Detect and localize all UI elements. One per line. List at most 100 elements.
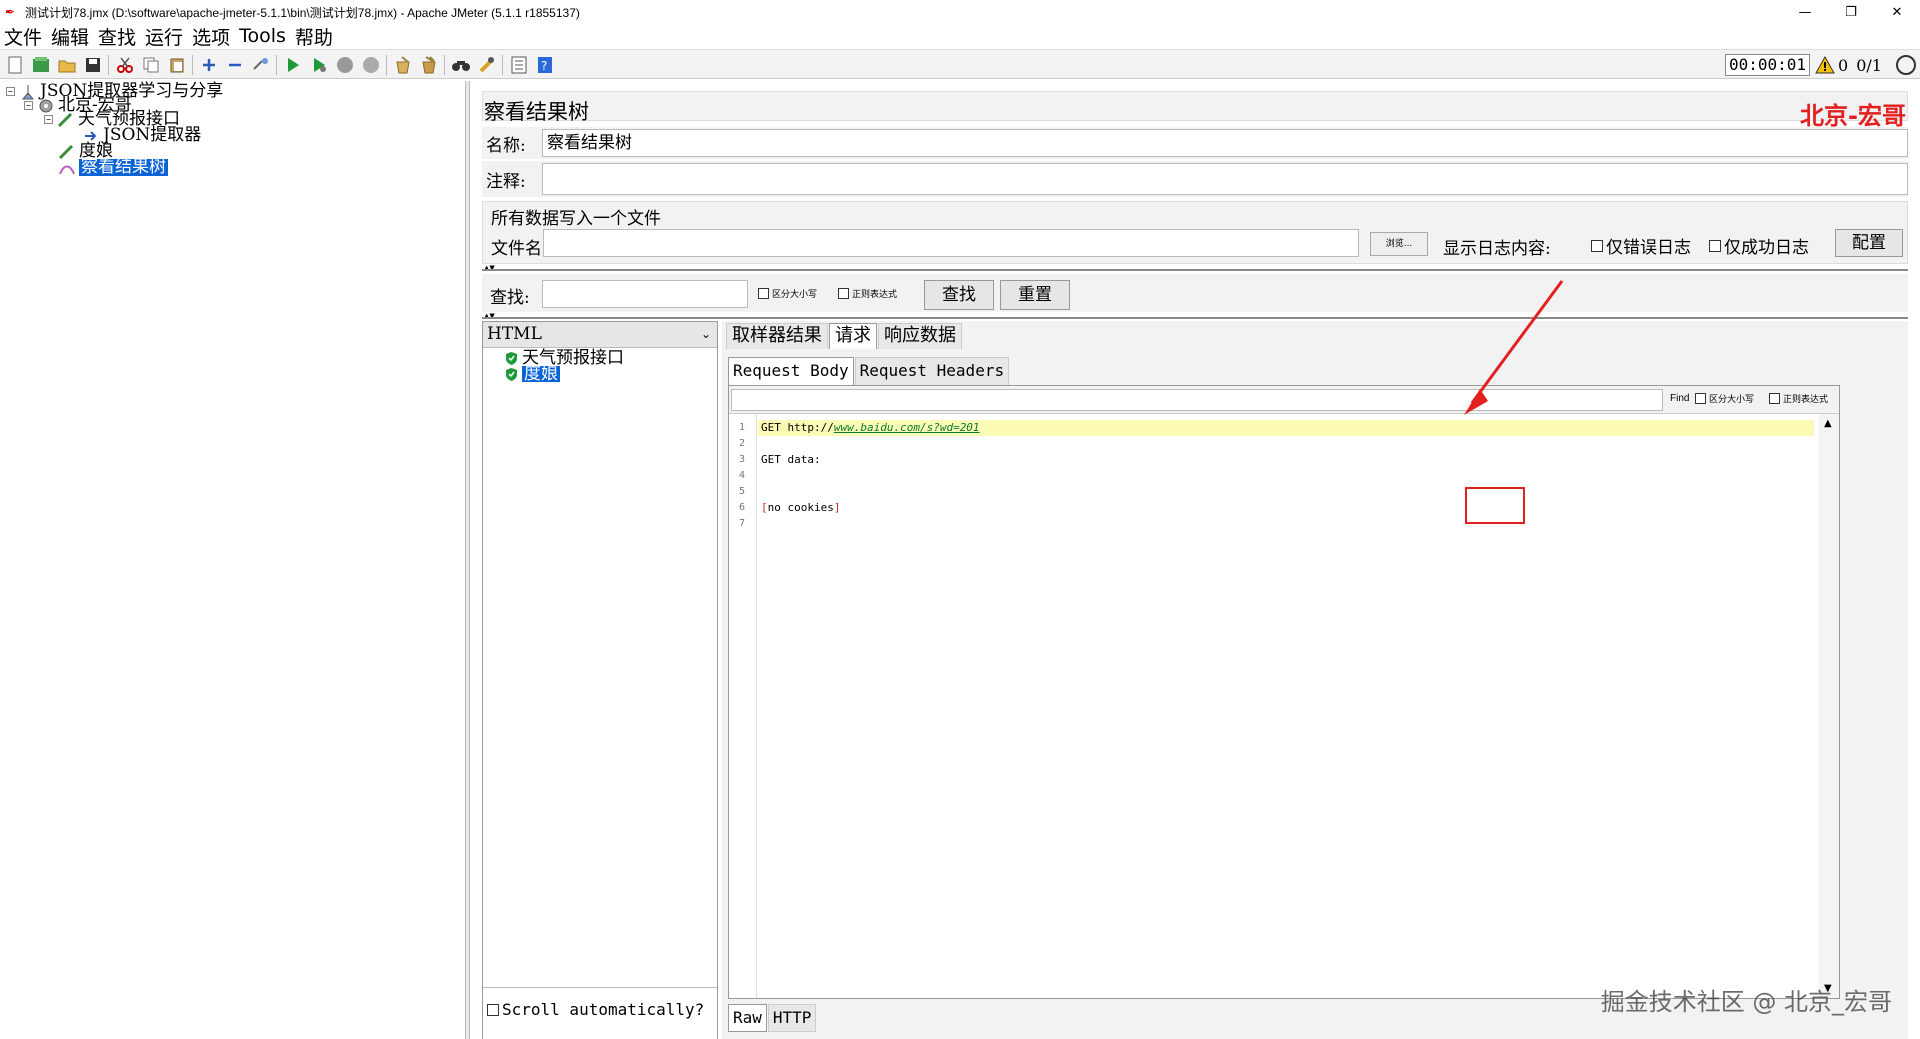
shutdown-icon[interactable] bbox=[360, 54, 382, 76]
request-url-link[interactable]: www.baidu.com/s?wd=201 bbox=[834, 421, 980, 434]
maximize-button[interactable]: ❐ bbox=[1828, 0, 1874, 24]
line-number: 4 bbox=[739, 470, 746, 481]
panel-splitter[interactable] bbox=[466, 81, 470, 1039]
search-bar: 查找: 区分大小写 正则表达式 查找 重置 bbox=[482, 274, 1908, 312]
tab-sampler-result[interactable]: 取样器结果 bbox=[726, 323, 828, 349]
line-number: 2 bbox=[739, 438, 746, 449]
code-line-request[interactable]: GET http://www.baidu.com/s?wd=201 bbox=[761, 421, 980, 434]
panel-header bbox=[482, 91, 1908, 121]
collapse-toggle[interactable]: − bbox=[24, 101, 33, 110]
window-controls: — ❐ ✕ bbox=[1782, 0, 1920, 24]
line-number-gutter: 1 2 3 4 5 6 7 bbox=[729, 414, 757, 998]
open-icon[interactable] bbox=[56, 54, 78, 76]
brand-label: 北京-宏哥 bbox=[1800, 102, 1906, 130]
filename-input[interactable] bbox=[543, 229, 1359, 257]
line-number: 7 bbox=[739, 518, 746, 529]
search-icon[interactable] bbox=[450, 54, 472, 76]
new-icon[interactable] bbox=[4, 54, 26, 76]
tab-request-body[interactable]: Request Body bbox=[728, 357, 854, 385]
menu-tools[interactable]: Tools bbox=[239, 25, 286, 47]
start-icon[interactable] bbox=[282, 54, 304, 76]
result-detail-panel: 取样器结果 请求 响应数据 Request Body Request Heade… bbox=[722, 321, 1908, 1039]
find-case-checkbox[interactable]: 区分大小写 bbox=[1695, 392, 1754, 405]
case-sensitive-checkbox[interactable]: 区分大小写 bbox=[758, 287, 817, 300]
search-input[interactable] bbox=[542, 280, 748, 308]
pipette-icon bbox=[58, 144, 74, 159]
configure-button[interactable]: 配置 bbox=[1835, 229, 1903, 257]
save-icon[interactable] bbox=[82, 54, 104, 76]
test-plan-tree: − JSON提取器学习与分享 − 北京-宏哥 − 天气预报接口 JSON提取器 … bbox=[0, 81, 466, 1039]
copy-icon[interactable] bbox=[140, 54, 162, 76]
chevron-down-icon: ⌄ bbox=[700, 327, 711, 341]
collapse-toggle[interactable]: − bbox=[6, 87, 15, 96]
line-number: 5 bbox=[739, 486, 746, 497]
templates-icon[interactable] bbox=[30, 54, 52, 76]
collapse-icon[interactable] bbox=[224, 54, 246, 76]
menu-run[interactable]: 运行 bbox=[145, 23, 183, 50]
name-label: 名称: bbox=[486, 135, 526, 156]
menu-edit[interactable]: 编辑 bbox=[51, 23, 89, 50]
help-icon[interactable]: ? bbox=[534, 54, 556, 76]
find-input[interactable] bbox=[731, 389, 1663, 411]
tree-item-view-results-tree[interactable]: 察看结果树 bbox=[58, 159, 168, 176]
tab-raw[interactable]: Raw bbox=[728, 1004, 767, 1032]
reset-button[interactable]: 重置 bbox=[1000, 280, 1070, 310]
clear-all-icon[interactable] bbox=[418, 54, 440, 76]
name-field[interactable]: 察看结果树 bbox=[542, 129, 1908, 157]
warning-count: 0 bbox=[1838, 55, 1849, 75]
renderer-dropdown[interactable]: HTML ⌄ bbox=[483, 322, 717, 348]
menu-help[interactable]: 帮助 bbox=[295, 23, 333, 50]
menu-file[interactable]: 文件 bbox=[4, 23, 42, 50]
reset-search-icon[interactable] bbox=[476, 54, 498, 76]
divider bbox=[482, 317, 1908, 319]
toolbar: ? 00:00:01 0 0/1 bbox=[0, 49, 1920, 79]
comment-field[interactable] bbox=[542, 163, 1908, 195]
tab-http[interactable]: HTTP bbox=[767, 1004, 817, 1032]
start-no-pauses-icon[interactable] bbox=[308, 54, 330, 76]
menu-bar: 文件 编辑 查找 运行 选项 Tools 帮助 bbox=[0, 23, 342, 50]
minimize-button[interactable]: — bbox=[1782, 0, 1828, 24]
line-number: 3 bbox=[739, 454, 746, 465]
remote-globe-icon[interactable] bbox=[1896, 55, 1916, 75]
close-button[interactable]: ✕ bbox=[1874, 0, 1920, 24]
svg-text:?: ? bbox=[541, 59, 547, 73]
window-title: 测试计划78.jmx (D:\software\apache-jmeter-5.… bbox=[25, 5, 580, 20]
result-item-weather[interactable]: 天气预报接口 bbox=[505, 350, 624, 367]
collapse-toggle[interactable]: − bbox=[44, 115, 53, 124]
code-line-cookies: [no cookies] bbox=[761, 501, 841, 514]
paste-icon[interactable] bbox=[166, 54, 188, 76]
browse-button[interactable]: 浏览... bbox=[1370, 232, 1428, 256]
find-label: Find bbox=[1670, 393, 1690, 404]
success-only-checkbox[interactable]: 仅成功日志 bbox=[1709, 233, 1809, 258]
tab-request[interactable]: 请求 bbox=[829, 323, 877, 349]
vertical-scrollbar[interactable]: ▲ ▼ bbox=[1819, 414, 1839, 998]
regex-checkbox[interactable]: 正则表达式 bbox=[838, 287, 897, 300]
stop-icon[interactable] bbox=[334, 54, 356, 76]
menu-options[interactable]: 选项 bbox=[192, 23, 230, 50]
function-helper-icon[interactable] bbox=[508, 54, 530, 76]
find-bar: Find 区分大小写 正则表达式 bbox=[729, 386, 1839, 414]
expand-icon[interactable] bbox=[198, 54, 220, 76]
code-line-get-data: GET data: bbox=[761, 453, 821, 466]
view-mode-tabs: Raw HTTP bbox=[728, 1004, 817, 1032]
highlight-box-annotation bbox=[1465, 487, 1525, 524]
tab-response-data[interactable]: 响应数据 bbox=[878, 323, 962, 349]
panel-title: 察看结果树 bbox=[484, 100, 589, 124]
clear-icon[interactable] bbox=[392, 54, 414, 76]
results-tree: 天气预报接口 度娘 bbox=[483, 348, 717, 988]
active-threads: 0/1 bbox=[1856, 55, 1882, 75]
menu-search[interactable]: 查找 bbox=[98, 23, 136, 50]
search-button[interactable]: 查找 bbox=[924, 280, 994, 310]
scroll-up-icon[interactable]: ▲ bbox=[1824, 418, 1832, 429]
scroll-automatically-checkbox[interactable]: Scroll automatically? bbox=[487, 1000, 704, 1019]
warning-icon[interactable] bbox=[1815, 56, 1835, 74]
find-regex-checkbox[interactable]: 正则表达式 bbox=[1769, 392, 1828, 405]
errors-only-checkbox[interactable]: 仅错误日志 bbox=[1591, 233, 1691, 258]
name-row: 名称: 察看结果树 bbox=[482, 127, 1908, 159]
tab-request-headers[interactable]: Request Headers bbox=[854, 357, 1010, 385]
result-item-baidu[interactable]: 度娘 bbox=[505, 366, 560, 383]
file-group-title: 所有数据写入一个文件 bbox=[491, 209, 661, 229]
cut-icon[interactable] bbox=[114, 54, 136, 76]
toggle-icon[interactable] bbox=[250, 54, 272, 76]
comment-label: 注释: bbox=[486, 171, 526, 192]
